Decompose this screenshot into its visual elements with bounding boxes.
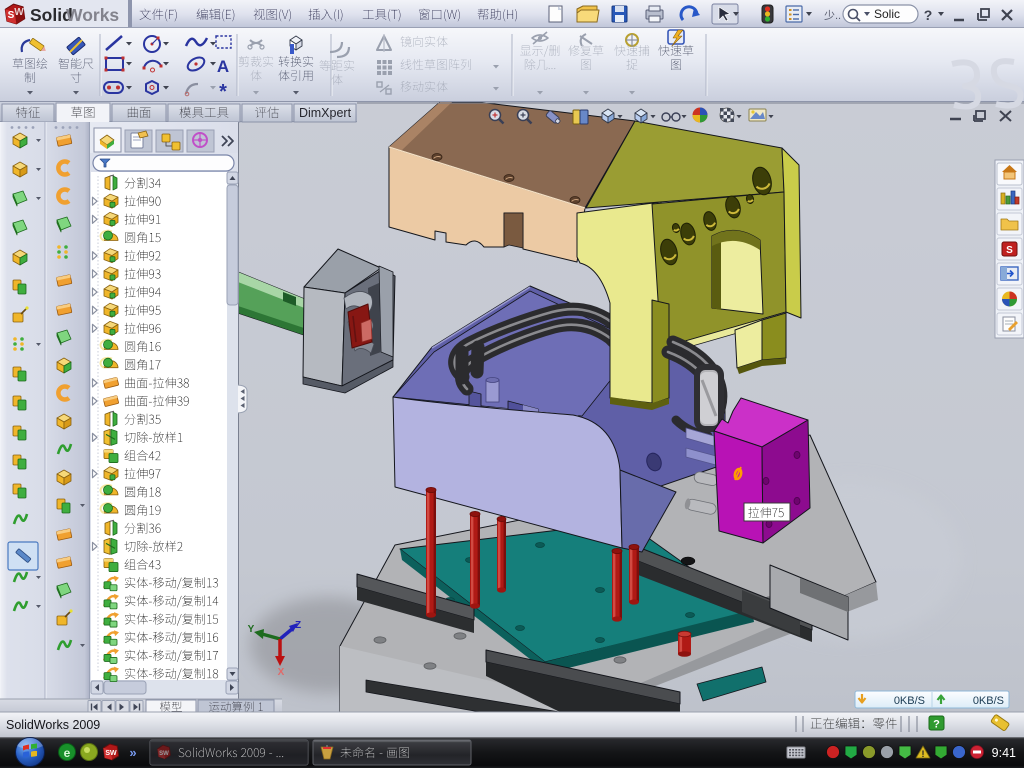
svg-text:SolidWorks 2009: SolidWorks 2009 xyxy=(6,718,100,732)
svg-text:e: e xyxy=(64,746,71,760)
svg-text:9:41: 9:41 xyxy=(992,746,1016,760)
svg-text:0KB/S: 0KB/S xyxy=(894,695,925,707)
svg-text:*: * xyxy=(219,81,227,103)
svg-text:Z: Z xyxy=(295,620,301,631)
svg-text:A: A xyxy=(217,57,229,76)
svg-text:Y: Y xyxy=(248,624,255,635)
svg-text:S: S xyxy=(1006,245,1013,256)
svg-text:Solic: Solic xyxy=(874,7,900,21)
svg-text:!: ! xyxy=(922,749,925,759)
svg-text:DimXpert: DimXpert xyxy=(299,106,352,120)
svg-text:SW: SW xyxy=(105,750,117,757)
svg-text:»: » xyxy=(129,745,136,760)
svg-text:少..: 少.. xyxy=(824,9,841,22)
svg-text:X: X xyxy=(278,667,285,678)
svg-text:Works: Works xyxy=(66,5,119,25)
svg-text:?: ? xyxy=(933,719,940,731)
svg-text:W: W xyxy=(14,7,24,18)
svg-text:?: ? xyxy=(924,7,933,23)
svg-text:0KB/S: 0KB/S xyxy=(973,695,1004,707)
